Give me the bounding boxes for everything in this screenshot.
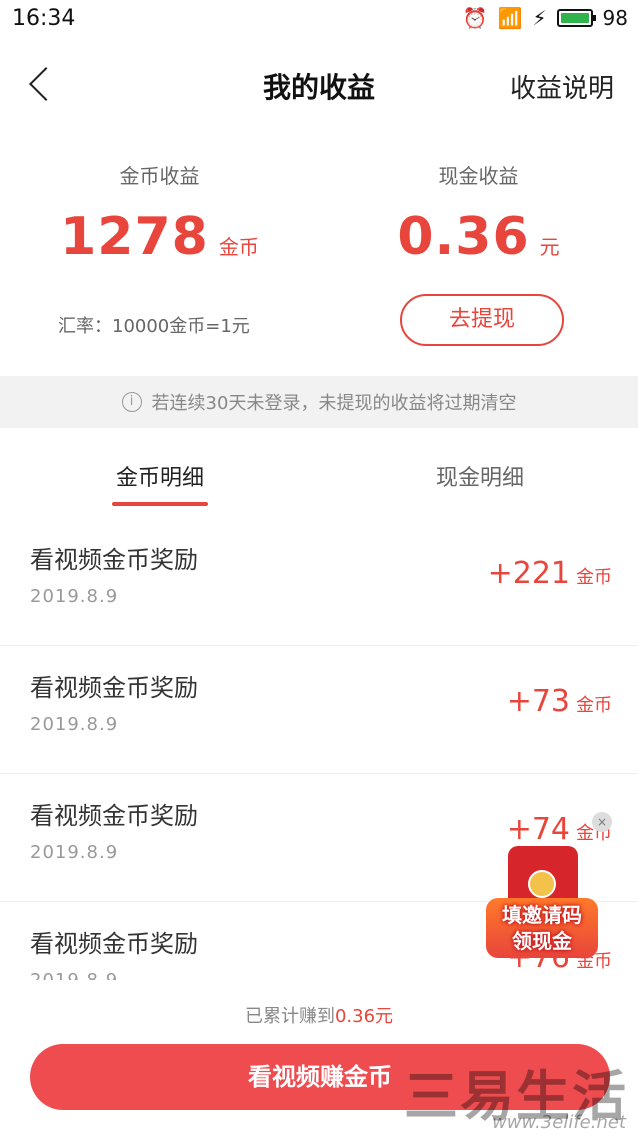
- record-date: 2019.8.9: [30, 714, 119, 735]
- record-unit: 金币: [576, 695, 612, 716]
- tab-gold-details[interactable]: 金币明细: [60, 460, 260, 492]
- record-title: 看视频金币奖励: [30, 546, 198, 574]
- record-amount: +221: [487, 556, 570, 591]
- watermark-url: www.3elife.net: [492, 1112, 626, 1133]
- notice-text: 若连续30天未登录，未提现的收益将过期清空: [151, 393, 517, 414]
- battery-level: 98: [602, 6, 628, 30]
- status-icons: ⏰ 📶 ⚡ 98: [463, 6, 628, 30]
- info-icon: i: [121, 392, 142, 412]
- invite-code-promo[interactable]: × 填邀请码 领现金: [482, 812, 612, 962]
- record-amount: +73: [506, 684, 570, 719]
- promo-text: 填邀请码 领现金: [486, 898, 598, 958]
- detail-tabs: 金币明细 现金明细: [0, 440, 638, 510]
- status-bar: 16:34 ⏰ 📶 ⚡ 98: [0, 0, 638, 40]
- close-icon[interactable]: ×: [592, 812, 612, 832]
- wifi-icon: 📶: [497, 6, 523, 30]
- list-item: 看视频金币奖励 2019.8.9 +221 金币: [0, 518, 638, 646]
- battery-icon: [556, 9, 596, 27]
- record-unit: 金币: [576, 567, 612, 588]
- earnings-help-link[interactable]: 收益说明: [510, 68, 614, 105]
- record-date: 2019.8.9: [30, 842, 119, 863]
- tab-cash-details[interactable]: 现金明细: [380, 460, 580, 492]
- charging-icon: ⚡: [532, 6, 547, 30]
- header: 我的收益 收益说明: [0, 50, 638, 120]
- cash-earnings-amount: 0.36: [397, 207, 530, 267]
- exchange-rate: 汇率：10000金币=1元: [58, 316, 250, 337]
- cumulative-earnings: 已累计赚到0.36元: [0, 1002, 638, 1028]
- cash-earnings-unit: 元: [539, 235, 560, 259]
- gold-earnings-unit: 金币: [218, 235, 259, 259]
- status-time: 16:34: [12, 6, 76, 31]
- promo-line-1: 填邀请码: [502, 903, 582, 927]
- record-title: 看视频金币奖励: [30, 930, 198, 958]
- cash-earnings-label: 现金收益: [438, 164, 519, 188]
- promo-line-2: 领现金: [512, 929, 572, 953]
- gold-earnings-label: 金币收益: [119, 164, 200, 188]
- expiry-notice: i 若连续30天未登录，未提现的收益将过期清空: [0, 376, 638, 428]
- earnings-page: 16:34 ⏰ 📶 ⚡ 98 我的收益 收益说明 金币收益 1278 金币 现金…: [0, 0, 638, 1138]
- record-title: 看视频金币奖励: [30, 802, 198, 830]
- earnings-summary: 金币收益 1278 金币 现金收益 0.36 元 汇率：10000金币=1元 去…: [0, 160, 638, 370]
- cumulative-label: 已累计赚到: [244, 1006, 335, 1027]
- cash-earnings: 现金收益 0.36 元: [319, 160, 638, 267]
- record-title: 看视频金币奖励: [30, 674, 198, 702]
- withdraw-button[interactable]: 去提现: [400, 294, 564, 346]
- record-date: 2019.8.9: [30, 586, 119, 607]
- gold-earnings-amount: 1278: [60, 207, 209, 267]
- gold-earnings: 金币收益 1278 金币: [0, 160, 319, 267]
- list-item: 看视频金币奖励 2019.8.9 +73 金币: [0, 646, 638, 774]
- coin-icon: [528, 870, 556, 898]
- active-tab-indicator: [112, 502, 208, 506]
- alarm-icon: ⏰: [462, 6, 488, 30]
- cumulative-value: 0.36元: [334, 1006, 394, 1027]
